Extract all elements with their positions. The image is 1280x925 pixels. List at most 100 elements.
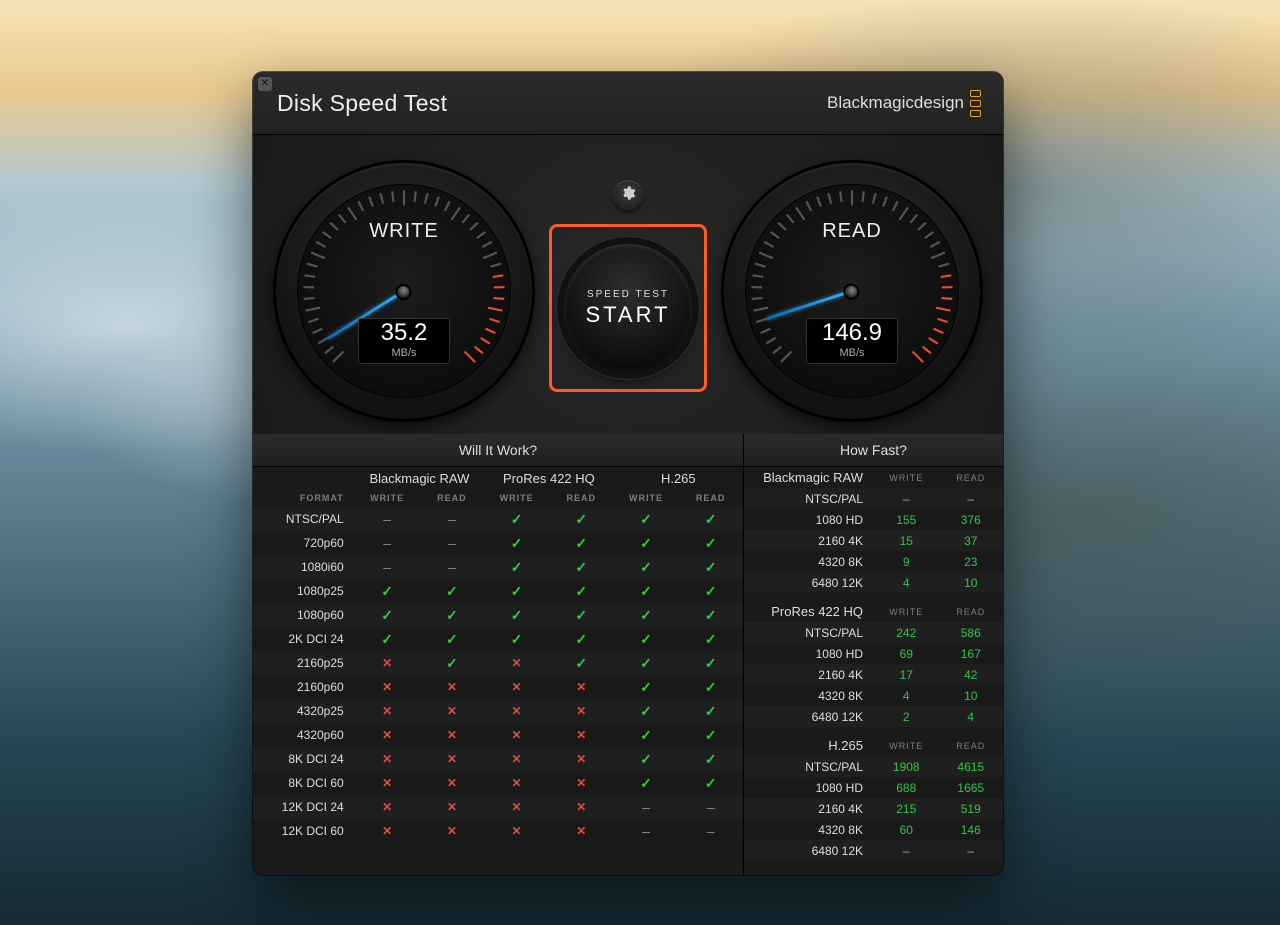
write-gauge: WRITE 35.2 MB/s <box>273 160 535 422</box>
check-icon: ✓ <box>420 579 485 603</box>
write-value: 35.2 <box>365 321 443 345</box>
table-row: 12K DCI 60✕✕✕✕–– <box>253 819 743 843</box>
dash-icon: – <box>355 507 420 531</box>
close-button[interactable]: ✕ <box>258 77 272 91</box>
read-gauge: READ 146.9 MB/s <box>721 160 983 422</box>
will-it-work-panel: Will It Work? Blackmagic RAW ProRes 422 … <box>253 434 744 875</box>
table-row: 6480 12K24 <box>744 706 1003 727</box>
tables-area: Will It Work? Blackmagic RAW ProRes 422 … <box>253 434 1003 875</box>
table-row: 2160 4K1742 <box>744 664 1003 685</box>
cross-icon: ✕ <box>420 819 485 843</box>
start-highlight: SPEED TEST START <box>549 224 707 392</box>
dash-icon: – <box>420 531 485 555</box>
format-label: 1080p60 <box>253 603 355 627</box>
how-fast-group: H.265WRITEREADNTSC/PAL190846151080 HD688… <box>744 735 1003 861</box>
check-icon: ✓ <box>678 531 743 555</box>
check-icon: ✓ <box>678 651 743 675</box>
check-icon: ✓ <box>614 771 679 795</box>
dash-icon: – <box>614 819 679 843</box>
dash-icon: – <box>614 795 679 819</box>
write-header: WRITE <box>874 601 938 622</box>
read-fps-value: – <box>938 488 1003 509</box>
codec-header: Blackmagic RAW <box>355 467 485 489</box>
start-label-big: START <box>585 302 670 328</box>
brand-dots-icon <box>970 90 981 117</box>
format-label: 4320 8K <box>744 685 874 706</box>
check-icon: ✓ <box>614 603 679 627</box>
check-icon: ✓ <box>484 507 549 531</box>
format-label: NTSC/PAL <box>744 756 874 777</box>
cross-icon: ✕ <box>355 723 420 747</box>
cross-icon: ✕ <box>355 651 420 675</box>
write-fps-value: – <box>874 488 938 509</box>
format-label: NTSC/PAL <box>744 622 874 643</box>
table-row: 1080 HD155376 <box>744 509 1003 530</box>
check-icon: ✓ <box>614 675 679 699</box>
check-icon: ✓ <box>355 603 420 627</box>
codec-group-title: H.265 <box>744 735 874 756</box>
write-fps-value: 4 <box>874 572 938 593</box>
gauge-panel: WRITE 35.2 MB/s SPEED TEST START <box>253 135 1003 436</box>
write-fps-value: – <box>874 840 938 861</box>
write-header: WRITE <box>874 467 938 488</box>
format-label: 2160 4K <box>744 664 874 685</box>
format-label: 2160 4K <box>744 530 874 551</box>
table-row: 1080p60✓✓✓✓✓✓ <box>253 603 743 627</box>
read-fps-value: 10 <box>938 572 1003 593</box>
table-row: 1080p25✓✓✓✓✓✓ <box>253 579 743 603</box>
table-row: 2160p60✕✕✕✕✓✓ <box>253 675 743 699</box>
check-icon: ✓ <box>549 507 614 531</box>
table-row: 2K DCI 24✓✓✓✓✓✓ <box>253 627 743 651</box>
format-label: 12K DCI 60 <box>253 819 355 843</box>
start-button[interactable]: SPEED TEST START <box>564 244 692 372</box>
write-unit: MB/s <box>365 347 443 359</box>
format-label: 8K DCI 60 <box>253 771 355 795</box>
read-fps-value: 167 <box>938 643 1003 664</box>
cross-icon: ✕ <box>549 795 614 819</box>
check-icon: ✓ <box>614 555 679 579</box>
cross-icon: ✕ <box>549 699 614 723</box>
check-icon: ✓ <box>549 555 614 579</box>
write-header: WRITE <box>874 735 938 756</box>
write-fps-value: 4 <box>874 685 938 706</box>
cross-icon: ✕ <box>549 819 614 843</box>
check-icon: ✓ <box>484 555 549 579</box>
check-icon: ✓ <box>614 747 679 771</box>
cross-icon: ✕ <box>484 771 549 795</box>
cross-icon: ✕ <box>355 819 420 843</box>
read-fps-value: 42 <box>938 664 1003 685</box>
check-icon: ✓ <box>484 627 549 651</box>
cross-icon: ✕ <box>484 795 549 819</box>
read-fps-value: 586 <box>938 622 1003 643</box>
settings-button[interactable] <box>613 180 643 210</box>
read-readout: 146.9 MB/s <box>806 318 898 364</box>
format-label: 4320p25 <box>253 699 355 723</box>
check-icon: ✓ <box>549 579 614 603</box>
read-fps-value: 519 <box>938 798 1003 819</box>
check-icon: ✓ <box>549 603 614 627</box>
check-icon: ✓ <box>549 651 614 675</box>
write-fps-value: 15 <box>874 530 938 551</box>
write-fps-value: 1908 <box>874 756 938 777</box>
format-label: 6480 12K <box>744 840 874 861</box>
table-row: NTSC/PAL242586 <box>744 622 1003 643</box>
will-it-work-header: Will It Work? <box>253 434 743 467</box>
check-icon: ✓ <box>614 531 679 555</box>
dash-icon: – <box>355 531 420 555</box>
table-row: NTSC/PAL19084615 <box>744 756 1003 777</box>
cross-icon: ✕ <box>484 675 549 699</box>
cross-icon: ✕ <box>484 723 549 747</box>
read-header: READ <box>938 467 1003 488</box>
format-label: 2160 4K <box>744 798 874 819</box>
format-label: NTSC/PAL <box>744 488 874 509</box>
table-row: 8K DCI 24✕✕✕✕✓✓ <box>253 747 743 771</box>
cross-icon: ✕ <box>549 747 614 771</box>
check-icon: ✓ <box>678 603 743 627</box>
title-bar: Disk Speed Test Blackmagicdesign <box>253 72 1003 135</box>
table-row: 2160 4K1537 <box>744 530 1003 551</box>
read-unit: MB/s <box>813 347 891 359</box>
cross-icon: ✕ <box>355 795 420 819</box>
cross-icon: ✕ <box>549 771 614 795</box>
read-fps-value: 10 <box>938 685 1003 706</box>
format-label: 6480 12K <box>744 572 874 593</box>
